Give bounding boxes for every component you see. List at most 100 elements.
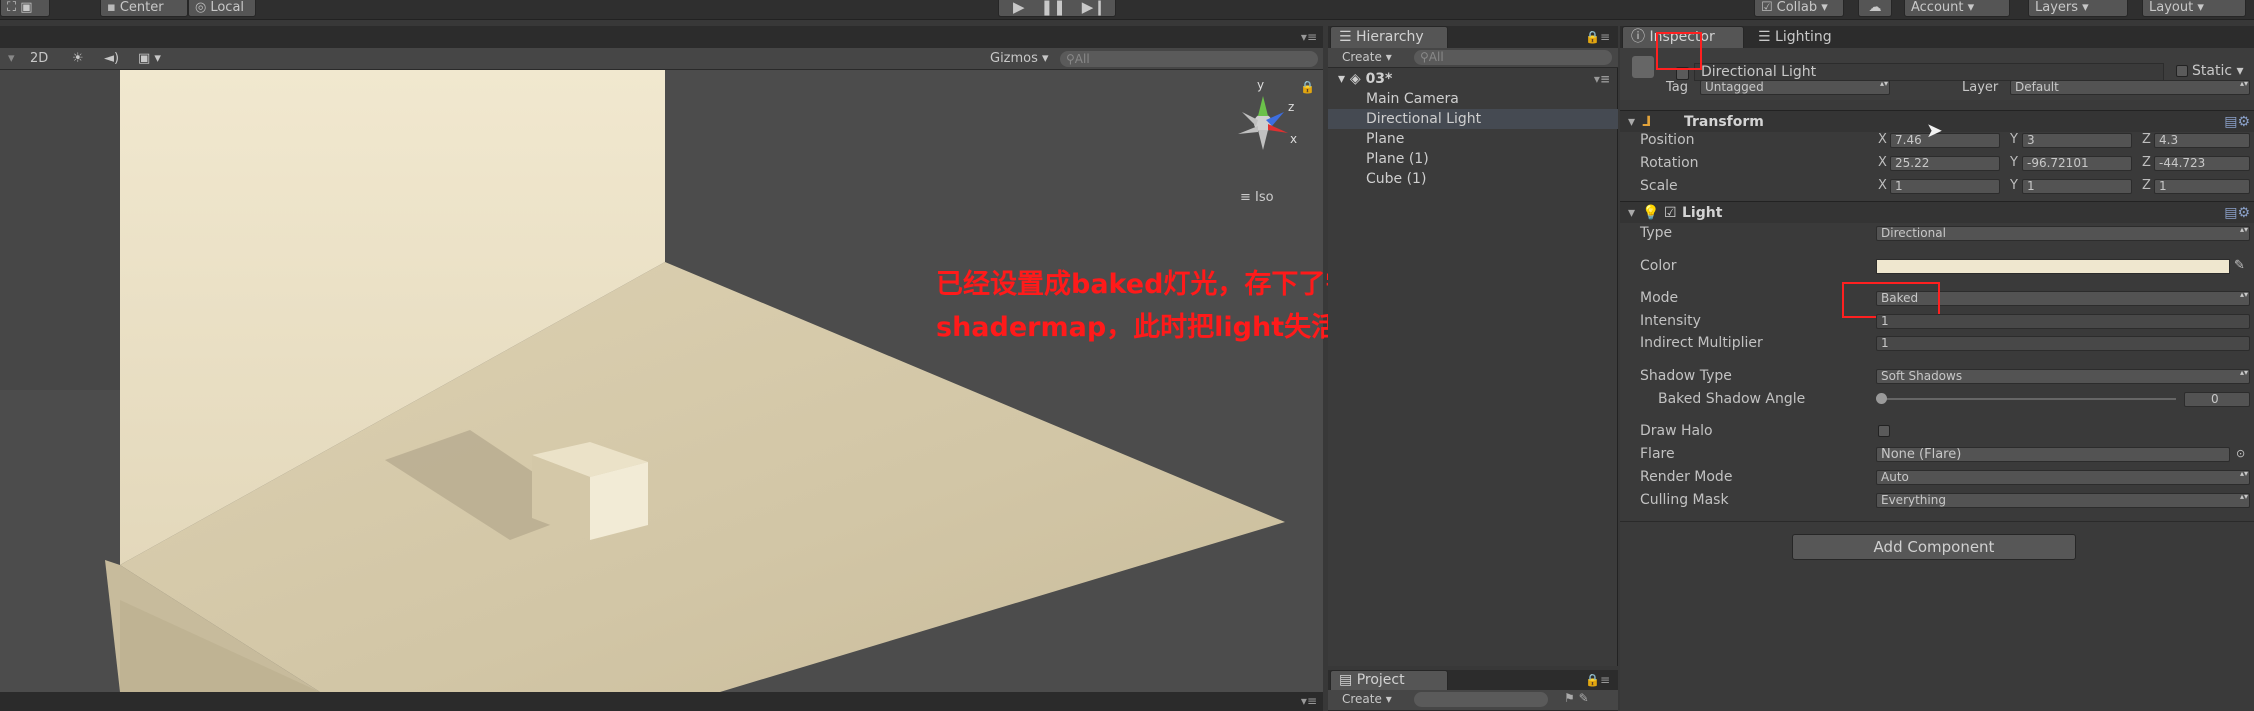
shadow-type-dropdown[interactable]: Soft Shadows: [1876, 369, 2250, 384]
rotation-z-field[interactable]: -44.723: [2154, 156, 2250, 171]
panel-menu-icon[interactable]: ▾≡: [1301, 694, 1317, 708]
list-item[interactable]: Main Camera: [1328, 89, 1618, 109]
2d-toggle[interactable]: 2D: [30, 51, 48, 67]
indirect-field[interactable]: 1: [1876, 336, 2250, 351]
account-dropdown[interactable]: Account ▾: [1904, 0, 2010, 17]
position-x-field[interactable]: 7.46: [1890, 133, 2000, 148]
project-create-dropdown[interactable]: Create ▾: [1342, 692, 1392, 706]
orientation-gizmo[interactable]: y z x: [1228, 78, 1298, 158]
render-mode-label: Render Mode: [1640, 469, 1733, 485]
scene-search-placeholder: All: [1074, 52, 1090, 66]
step-icon[interactable]: ▶❙: [1082, 0, 1106, 16]
scene-tab-strip: ▾≡: [0, 26, 1323, 48]
draw-halo-checkbox[interactable]: [1878, 425, 1890, 437]
list-item[interactable]: Cube (1): [1328, 169, 1618, 189]
scene-root-item[interactable]: ▾ ◈ 03* ▾≡: [1328, 69, 1618, 89]
tag-dropdown[interactable]: Untagged: [1700, 80, 1890, 95]
tab-project[interactable]: ▤ Project: [1330, 670, 1448, 690]
layout-dropdown[interactable]: Layout ▾: [2142, 0, 2246, 17]
static-checkbox[interactable]: [2176, 65, 2188, 77]
scene-view[interactable]: ▾≡ ▾ 2D ☀ ◄) ▣ ▾ Gizmos ▾ ⚲All y z x ≡ I…: [0, 26, 1323, 692]
project-search-input[interactable]: [1414, 692, 1548, 707]
baked-angle-slider[interactable]: [1880, 398, 2176, 400]
scale-y-field[interactable]: 1: [2022, 179, 2132, 194]
shading-mode-dropdown[interactable]: ▾: [8, 51, 15, 67]
space-toggle[interactable]: ◎ Local: [188, 0, 256, 17]
settings-gear-icon[interactable]: ▤⚙: [2224, 202, 2250, 224]
intensity-field[interactable]: 1: [1876, 314, 2250, 329]
hierarchy-tab-label: Hierarchy: [1356, 29, 1424, 45]
gameobject-icon: [1632, 56, 1654, 78]
indirect-row: Indirect Multiplier 1: [1620, 333, 2254, 353]
audio-toggle-icon[interactable]: ◄): [104, 51, 119, 67]
list-item[interactable]: Plane: [1328, 129, 1618, 149]
rect-tool-icon[interactable]: ⛶: [7, 0, 16, 15]
filter-icon[interactable]: ⚑ ✎: [1564, 691, 1589, 705]
projection-toggle[interactable]: ≡ Iso: [1240, 190, 1274, 205]
scene-search-input[interactable]: ⚲All: [1060, 51, 1318, 67]
gizmos-dropdown[interactable]: Gizmos ▾: [990, 51, 1049, 67]
transform-tools[interactable]: ⛶ ▣: [0, 0, 50, 17]
main-toolbar: ⛶ ▣ ▪ Center ◎ Local ▶ ❚❚ ▶❙ ☑ Collab ▾ ☁ Acc…: [0, 0, 2254, 20]
unity-editor-window: ⛶ ▣ ▪ Center ◎ Local ▶ ❚❚ ▶❙ ☑ Collab ▾ ☁ Acc…: [0, 0, 2254, 711]
project-tab-label: Project: [1356, 672, 1405, 688]
scene-canvas[interactable]: y z x ≡ Iso 🔒: [0, 70, 1323, 692]
panel-menu-icon[interactable]: ▾≡: [1301, 30, 1317, 44]
add-component-button[interactable]: Add Component: [1792, 534, 2076, 560]
color-row: Color ✎: [1620, 256, 2254, 276]
effects-toggle-icon[interactable]: ▣ ▾: [138, 51, 161, 67]
pivot-toggle[interactable]: ▪ Center: [100, 0, 188, 17]
eyedropper-icon[interactable]: ✎: [2234, 256, 2245, 276]
scale-x-field[interactable]: 1: [1890, 179, 2000, 194]
lock-icon[interactable]: 🔒≡: [1585, 673, 1610, 687]
scene-menu-icon[interactable]: ▾≡: [1594, 69, 1610, 89]
tab-hierarchy[interactable]: ☰ Hierarchy: [1330, 26, 1448, 48]
axis-y-label: Y: [2010, 132, 2018, 147]
lock-icon[interactable]: 🔒: [1300, 80, 1315, 94]
draw-halo-label: Draw Halo: [1640, 423, 1713, 439]
hierarchy-search-input[interactable]: ⚲All: [1414, 50, 1612, 65]
pause-icon[interactable]: ❚❚: [1041, 0, 1066, 16]
play-icon[interactable]: ▶: [1013, 0, 1025, 16]
position-y-field[interactable]: 3: [2022, 133, 2132, 148]
color-swatch[interactable]: [1876, 259, 2230, 274]
move-tool-icon[interactable]: ▣: [20, 0, 32, 15]
flare-field[interactable]: None (Flare): [1876, 447, 2230, 462]
lock-icon[interactable]: 🔒≡: [1585, 30, 1610, 44]
static-label: Static ▾: [2192, 63, 2244, 79]
slider-handle[interactable]: [1876, 393, 1887, 404]
expand-arrow-icon[interactable]: ▾: [1628, 202, 1635, 224]
position-z-field[interactable]: 4.3: [2154, 133, 2250, 148]
hierarchy-create-dropdown[interactable]: Create ▾: [1342, 50, 1392, 64]
hierarchy-create-label: Create: [1342, 50, 1382, 64]
hierarchy-search-placeholder: All: [1428, 50, 1444, 64]
tab-lighting[interactable]: ☰ Lighting: [1758, 26, 1832, 48]
culling-label: Culling Mask: [1640, 492, 1729, 508]
type-dropdown[interactable]: Directional: [1876, 226, 2250, 241]
list-icon: ☰: [1339, 29, 1352, 45]
list-item[interactable]: Directional Light: [1328, 109, 1618, 129]
layers-dropdown[interactable]: Layers ▾: [2028, 0, 2128, 17]
expand-arrow-icon[interactable]: ▾: [1338, 71, 1345, 87]
axis-z-label: Z: [2142, 178, 2151, 193]
object-picker-icon[interactable]: ⊙: [2236, 444, 2245, 464]
rotation-x-field[interactable]: 25.22: [1890, 156, 2000, 171]
light-enabled-checkbox[interactable]: ☑: [1664, 202, 1677, 224]
account-label: Account: [1911, 0, 1964, 15]
list-item[interactable]: Plane (1): [1328, 149, 1618, 169]
rotation-y-field[interactable]: -96.72101: [2022, 156, 2132, 171]
baked-angle-field[interactable]: 0: [2184, 392, 2250, 407]
render-mode-dropdown[interactable]: Auto: [1876, 470, 2250, 485]
light-header[interactable]: ▾ 💡 ☑ Light ▤⚙: [1620, 201, 2254, 223]
cloud-button[interactable]: ☁: [1858, 0, 1892, 17]
scale-z-field[interactable]: 1: [2154, 179, 2250, 194]
culling-mask-dropdown[interactable]: Everything: [1876, 493, 2250, 508]
scene-render: [0, 70, 1323, 692]
layer-dropdown[interactable]: Default: [2010, 80, 2250, 95]
light-title: Light: [1682, 205, 1723, 221]
render-mode-row: Render Mode Auto: [1620, 467, 2254, 487]
draw-halo-row: Draw Halo: [1620, 421, 2254, 441]
lighting-toggle-icon[interactable]: ☀: [72, 51, 84, 67]
collab-button[interactable]: ☑ Collab ▾: [1754, 0, 1844, 17]
object-name-field[interactable]: Directional Light: [1694, 63, 2164, 81]
